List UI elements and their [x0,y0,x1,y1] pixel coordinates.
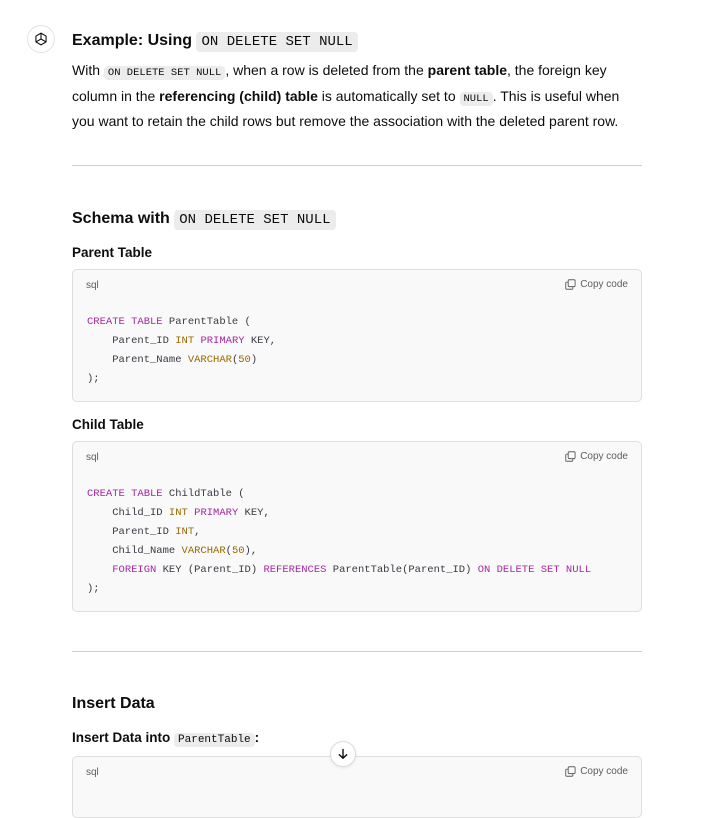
code-token: Parent_Name [87,354,188,366]
divider [72,651,642,652]
code-language: sql [86,452,99,463]
text: , when a row is deleted from the [225,62,424,78]
code-token: Child_Name [87,545,182,557]
code-token: CREATE TABLE [87,316,163,328]
code-token: ParentTable ( [162,316,251,328]
code-block-parent: sql Copy code CREATE TABLE ParentTable (… [72,269,642,402]
code-block-insert: sql Copy code [72,756,642,818]
code-line: Child_Name VARCHAR(50), [87,545,257,557]
code-token: KEY (Parent_ID) [156,564,264,576]
code-token: ), [244,545,258,557]
code-token: ) [250,354,258,366]
code-token: FOREIGN [112,564,157,576]
copy-icon [565,451,576,462]
copy-code-label: Copy code [580,279,628,290]
code-token: PRIMARY [194,507,239,519]
code-token: INT [168,507,188,519]
parent-table-label: Parent Table [72,245,153,260]
code-language: sql [86,280,99,291]
code-block-header: sql Copy code [73,757,641,787]
code-language: sql [86,767,99,778]
divider [72,165,642,166]
code-block-header: sql Copy code [73,270,641,300]
copy-icon [565,279,576,290]
copy-code-button[interactable]: Copy code [565,279,628,290]
code-token: , [194,526,201,538]
code-token: INT [175,526,195,538]
section-heading-schema: Schema with ON DELETE SET NULL [72,207,336,232]
code-token: Parent_ID [87,335,176,347]
code-line: Parent_ID INT, [87,526,200,538]
inline-code: NULL [459,91,493,106]
text: is automatically set to [321,87,456,104]
code-token: ON DELETE SET NULL [477,564,592,576]
code-token: Child_ID [87,507,169,519]
explanation-paragraph: With ON DELETE SET NULL, when a row is d… [72,59,642,133]
code-token: ParentTable(Parent_ID) [326,564,478,576]
section-heading-example: Example: Using ON DELETE SET NULL [72,29,358,54]
copy-code-label: Copy code [580,766,628,777]
code-token: Parent_ID [87,526,176,538]
code-token: KEY, [244,335,277,347]
code-token: 50 [231,545,245,557]
code-content: CREATE TABLE ParentTable ( Parent_ID INT… [73,300,641,401]
text: With [72,62,100,78]
code-token: ); [87,583,100,595]
code-token: ChildTable ( [162,488,245,500]
bold-text: parent table [427,62,507,78]
inline-code: ParentTable [174,733,255,747]
bold-text: referencing (child) table [159,87,318,104]
heading-text: Example: Using [72,32,193,49]
code-token: VARCHAR [187,354,232,366]
inline-code: ON DELETE SET NULL [196,32,358,52]
inline-code: ON DELETE SET NULL [103,66,226,80]
code-token: KEY, [238,507,270,519]
code-token: CREATE TABLE [87,488,163,500]
code-line: Parent_ID INT PRIMARY KEY, [87,335,276,347]
text: Insert Data into [72,730,171,745]
copy-code-label: Copy code [580,451,628,462]
code-line: ); [87,373,100,385]
heading-text: Schema with [72,210,170,227]
code-token: REFERENCES [263,564,327,576]
code-block-child: sql Copy code CREATE TABLE ChildTable ( … [72,441,642,612]
code-line: Child_ID INT PRIMARY KEY, [87,507,270,519]
code-line: CREATE TABLE ParentTable ( [87,316,251,328]
copy-code-button[interactable]: Copy code [565,766,628,777]
insert-parent-label: Insert Data into ParentTable: [72,730,260,747]
code-line: Parent_Name VARCHAR(50) [87,354,257,366]
code-token: VARCHAR [181,545,226,557]
code-token: INT [175,335,195,347]
section-heading-insert: Insert Data [72,695,155,712]
copy-icon [565,766,576,777]
code-content: CREATE TABLE ChildTable ( Child_ID INT P… [73,472,641,611]
code-line: CREATE TABLE ChildTable ( [87,488,245,500]
inline-code: ON DELETE SET NULL [174,210,336,230]
copy-code-button[interactable]: Copy code [565,451,628,462]
openai-logo-icon [35,32,47,46]
code-token: ); [87,373,100,385]
code-block-header: sql Copy code [73,442,641,472]
scroll-to-bottom-button[interactable] [330,741,356,767]
assistant-avatar [27,25,55,53]
child-table-label: Child Table [72,417,144,432]
text: : [254,730,260,745]
arrow-down-icon [338,748,348,759]
code-line: FOREIGN KEY (Parent_ID) REFERENCES Paren… [87,564,591,576]
code-token: PRIMARY [200,335,245,347]
code-token: 50 [238,354,251,366]
code-line: ); [87,583,100,595]
